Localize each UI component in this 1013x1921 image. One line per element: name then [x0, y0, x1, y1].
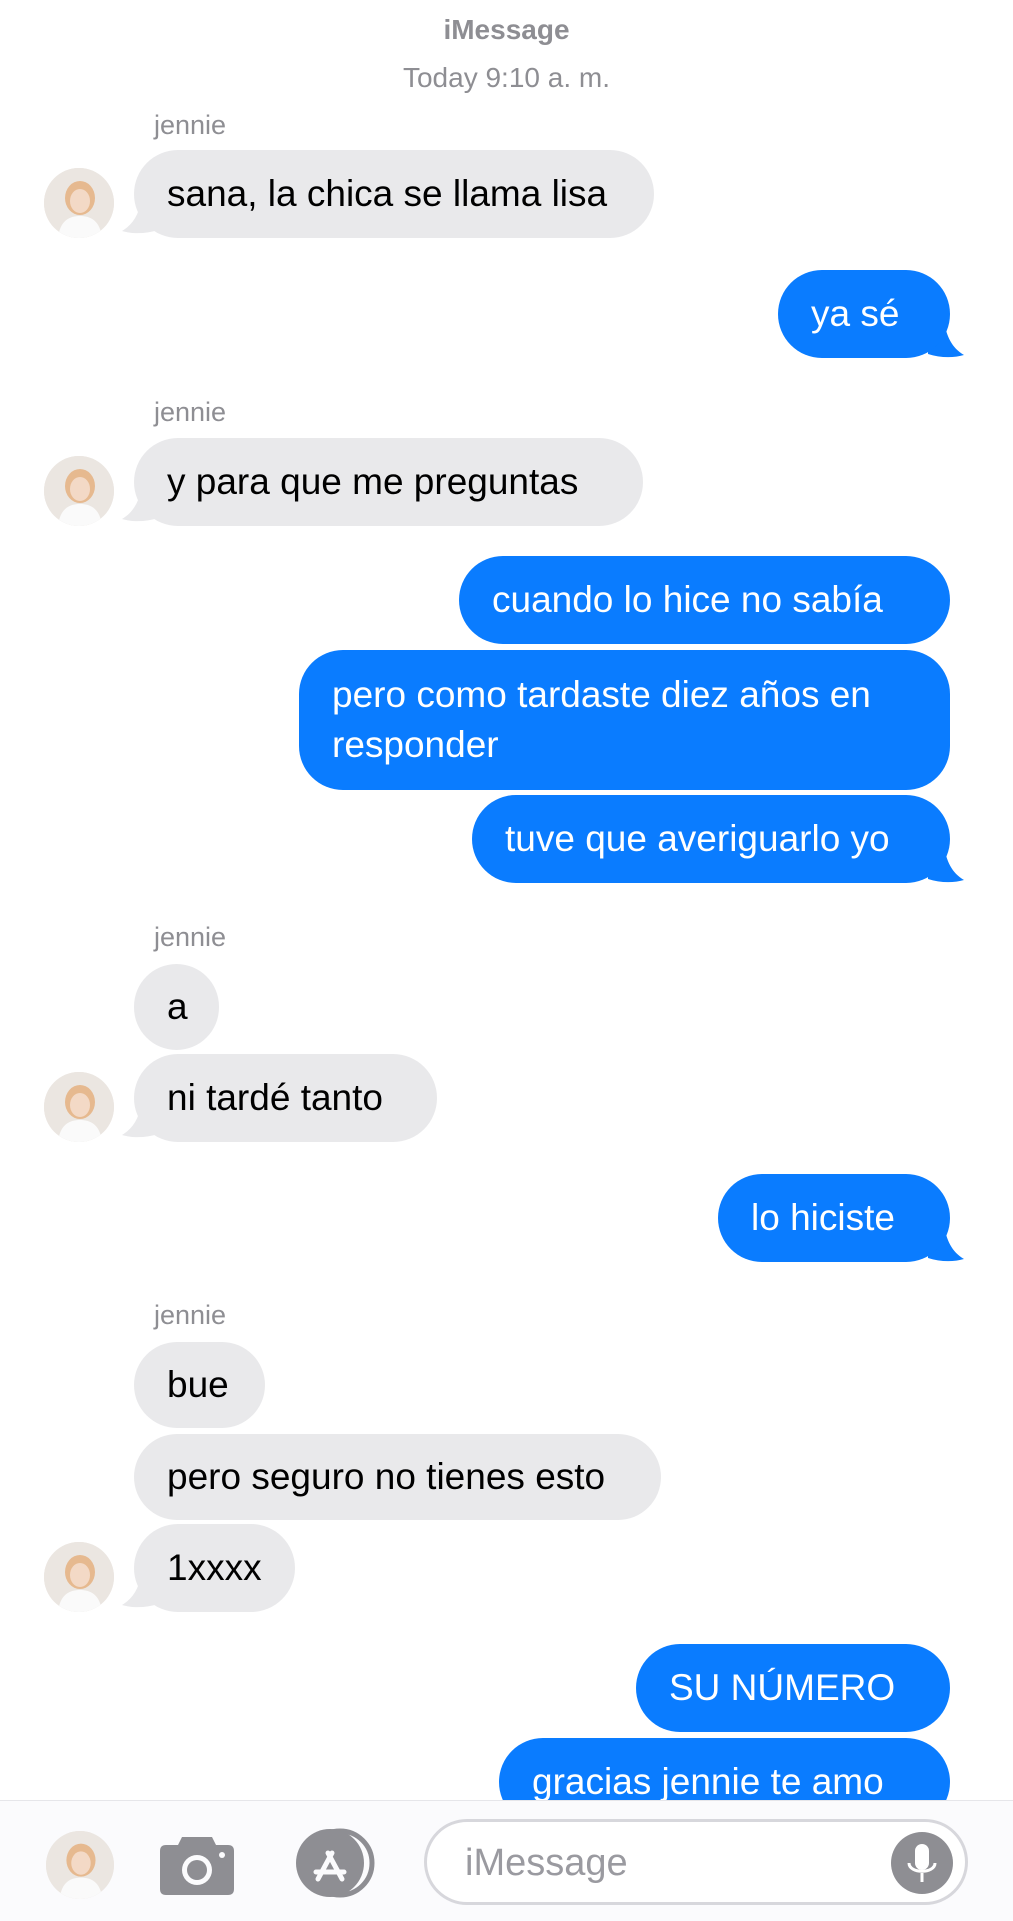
sender-name: jennie	[154, 110, 227, 140]
message-bubble-outgoing[interactable]: pero como tardaste diez años en responde…	[299, 650, 950, 790]
conversation[interactable]: iMessage Today 9:10 a. m. jennie sana, l…	[0, 0, 1013, 1800]
message-bubble-outgoing[interactable]: cuando lo hice no sabía	[459, 556, 950, 644]
camera-icon[interactable]	[158, 1829, 236, 1897]
user-avatar[interactable]	[46, 1831, 114, 1899]
contact-avatar[interactable]	[44, 1542, 114, 1612]
message-bubble-incoming[interactable]: y para que me preguntas	[134, 438, 643, 526]
contact-avatar[interactable]	[44, 456, 114, 526]
message-bubble-outgoing[interactable]: tuve que averiguarlo yo	[472, 795, 950, 883]
microphone-button[interactable]	[891, 1832, 953, 1894]
app-store-icon[interactable]	[288, 1827, 384, 1899]
sender-name: jennie	[154, 922, 227, 952]
message-bubble-incoming[interactable]: pero seguro no tienes esto	[134, 1434, 661, 1520]
message-bubble-outgoing[interactable]: gracias jennie te amo	[499, 1738, 950, 1800]
message-bubble-outgoing[interactable]: SU NÚMERO	[636, 1644, 950, 1732]
message-bubble-outgoing[interactable]: ya sé	[778, 270, 950, 358]
contact-avatar[interactable]	[44, 1072, 114, 1142]
avatar-photo-icon	[44, 456, 114, 526]
microphone-icon	[907, 1844, 937, 1882]
message-input[interactable]: iMessage	[424, 1819, 968, 1905]
message-bubble-incoming[interactable]: ni tardé tanto	[134, 1054, 437, 1142]
message-bubble-incoming[interactable]: 1xxxx	[134, 1524, 295, 1612]
avatar-photo-icon	[44, 1072, 114, 1142]
message-bubble-incoming[interactable]: bue	[134, 1342, 265, 1428]
service-label: iMessage	[443, 14, 570, 45]
timestamp: Today 9:10 a. m.	[402, 62, 610, 93]
message-bubble-incoming[interactable]: a	[134, 964, 219, 1050]
avatar-photo-icon	[44, 1542, 114, 1612]
composer-toolbar: iMessage	[0, 1800, 1013, 1921]
avatar-photo-icon	[46, 1831, 114, 1899]
message-bubble-outgoing[interactable]: lo hiciste	[718, 1174, 950, 1262]
sender-name: jennie	[154, 397, 227, 427]
avatar-photo-icon	[44, 168, 114, 238]
message-input-placeholder: iMessage	[465, 1842, 628, 1884]
contact-avatar[interactable]	[44, 168, 114, 238]
sender-name: jennie	[154, 1300, 227, 1330]
message-bubble-incoming[interactable]: sana, la chica se llama lisa	[134, 150, 654, 238]
